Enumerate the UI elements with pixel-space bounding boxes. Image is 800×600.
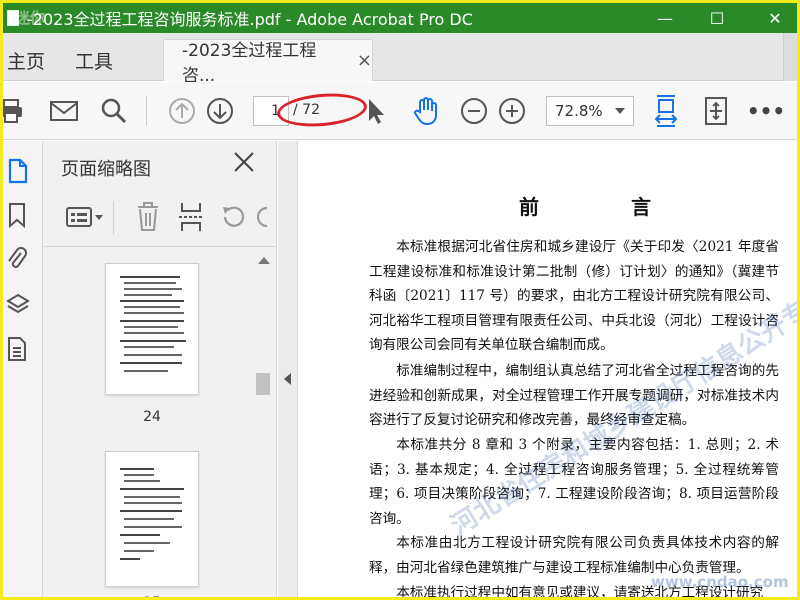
print-icon[interactable] [3,94,29,128]
zoom-out-icon[interactable] [457,94,491,128]
document-view[interactable]: 前 言 本标准根据河北省住房和城乡建设厅《关于印发〈2021 年度省工程建设标准… [299,141,797,600]
close-window-button[interactable]: ✕ [755,3,795,33]
tab-tools[interactable]: 工具 [75,47,113,74]
tabbar-side-strip [783,33,797,81]
content-document-icon[interactable] [6,335,30,361]
thumbnail-list: 24 25 [43,249,277,597]
extract-page-icon[interactable] [177,201,205,233]
options-menu-icon[interactable] [65,205,105,231]
hand-tool-icon[interactable] [409,94,443,128]
panel-divider [113,201,114,235]
tab-document[interactable]: -2023全过程工程咨... × [163,39,373,86]
more-options-icon[interactable]: ••• [747,94,785,128]
document-paragraph: 标准编制过程中，编制组认真总结了河北省全过程工程咨询的先进经验和创新成果，对全过… [369,363,779,428]
attachment-icon[interactable] [6,245,30,271]
rotate-counterclockwise-icon[interactable] [219,203,247,231]
email-icon[interactable] [47,94,81,128]
scroll-up-icon[interactable] [258,257,270,264]
page-thumbnail[interactable] [105,451,199,587]
thumbnail-page-number: 24 [143,409,161,425]
panel-title: 页面缩略图 [61,159,151,180]
search-icon[interactable] [97,94,131,128]
collapse-arrow-icon [284,373,291,385]
bookmark-icon[interactable] [6,201,30,229]
document-paragraph: 本标准根据河北省住房和城乡建设厅《关于印发〈2021 年度省工程建设标准和标准设… [369,239,779,353]
previous-page-icon[interactable] [165,94,199,128]
document-heading: 前 言 [519,195,687,219]
app-window: -2023全过程工程咨询服务标准.pdf - Adobe Acrobat Pro… [0,0,800,600]
panel-toolbar [43,191,277,247]
maximize-button[interactable]: ☐ [697,3,737,33]
fit-page-icon[interactable] [649,94,683,128]
zoom-level-value: 72.8% [555,102,603,120]
tab-home[interactable]: 主页 [7,47,45,74]
close-tab-icon[interactable]: × [357,50,372,71]
thumbnail-scrollbar[interactable] [253,249,273,597]
thumbnail-page-number: 25 [105,595,199,597]
document-paragraph: 本标准执行过程中如有意见或建议，请寄送北方工程设计研究 [396,585,764,600]
zoom-in-icon[interactable] [495,94,529,128]
scrollbar-thumb[interactable] [256,373,270,395]
zoom-level-select[interactable]: 72.8% [546,96,634,126]
document-paragraph: 本标准共分 8 章和 3 个附录，主要内容包括：1. 总则；2. 术语；3. 基… [369,437,779,527]
close-icon[interactable] [233,151,257,175]
full-screen-icon[interactable] [699,94,733,128]
chevron-down-icon [615,108,625,114]
minimize-button[interactable]: — [645,3,685,33]
document-paragraph: 本标准由北方工程设计研究院有限公司负责具体技术内容的解释，由河北省绿色建筑推广与… [369,535,779,576]
page-thumbnail[interactable] [105,263,199,395]
tab-bar: 主页 工具 -2023全过程工程咨... × [3,33,797,86]
next-page-icon[interactable] [203,94,237,128]
document-tab-label: -2023全过程工程咨... [182,40,317,86]
pdf-file-icon [7,10,19,26]
page-thumbnails-icon[interactable] [6,157,30,184]
toolbar-divider [146,96,147,126]
panel-collapse-handle[interactable] [278,141,298,597]
title-bar: -2023全过程工程咨询服务标准.pdf - Adobe Acrobat Pro… [3,3,797,33]
left-navigation-rail [3,141,43,597]
rotate-clockwise-icon[interactable] [257,203,277,231]
delete-page-icon[interactable] [135,201,161,233]
toolbar: 1 / 72 72.8% ••• [3,82,797,140]
page-thumbnails-panel: 页面缩略图 24 [43,141,277,597]
window-title: -2023全过程工程咨询服务标准.pdf - Adobe Acrobat Pro… [27,10,473,29]
layers-icon[interactable] [6,291,30,317]
